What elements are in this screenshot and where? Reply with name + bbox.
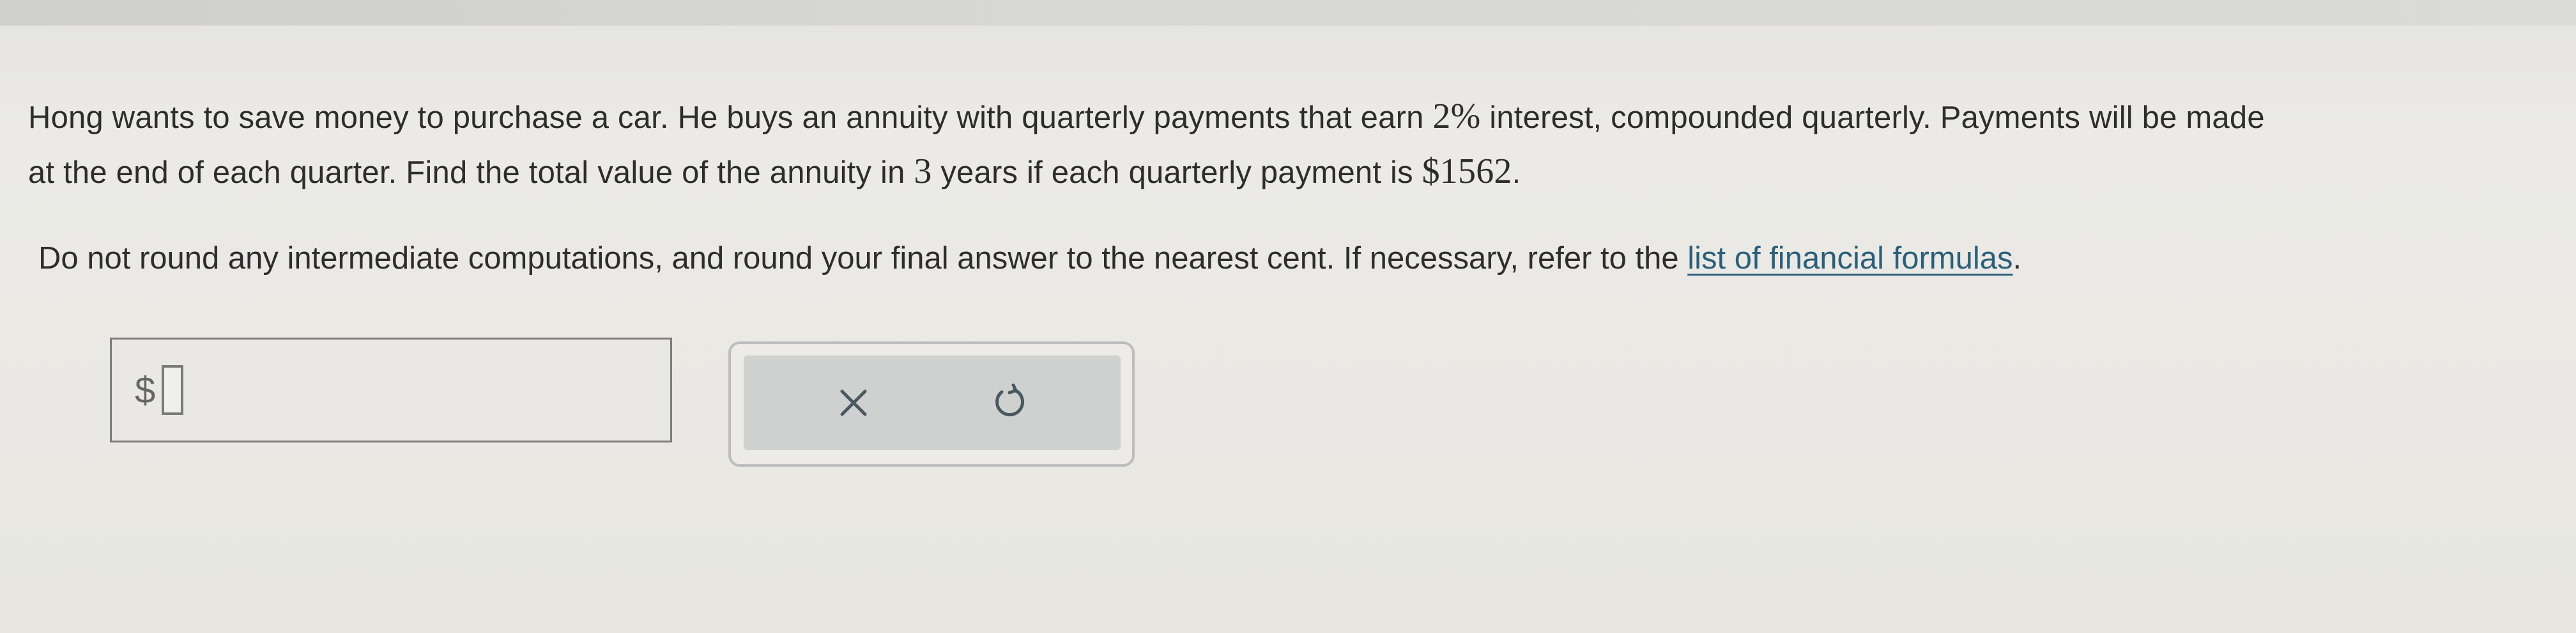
instructions-end: . xyxy=(2012,241,2022,276)
instructions-text: Do not round any intermediate computatio… xyxy=(38,235,2530,281)
undo-button[interactable] xyxy=(971,364,1048,441)
top-strip xyxy=(0,0,2576,26)
question-line-2: at the end of each quarter. Find the tot… xyxy=(28,145,2558,199)
question-sentence-2-a: at the end of each quarter. Find the tot… xyxy=(28,155,914,190)
interest-rate: 2% xyxy=(1432,97,1481,136)
question-sentence-1-a: Hong wants to save money to purchase a c… xyxy=(28,100,1433,135)
currency-symbol: $ xyxy=(135,370,156,411)
quarterly-payment: $1562 xyxy=(1422,152,1512,191)
answer-actions-panel xyxy=(728,341,1135,467)
question-sentence-2-c: . xyxy=(1512,155,1521,190)
financial-formulas-link[interactable]: list of financial formulas xyxy=(1687,241,2012,276)
undo-icon xyxy=(995,384,1025,417)
clear-button[interactable] xyxy=(815,364,892,441)
question-sentence-1-b: interest, compounded quarterly. Payments… xyxy=(1480,100,2265,135)
question-sentence-2-b: years if each quarterly payment is xyxy=(931,155,1422,190)
answer-actions-bar xyxy=(744,356,1121,450)
question-text: Hong wants to save money to purchase a c… xyxy=(28,90,2558,199)
x-icon xyxy=(840,389,867,416)
answer-entry-slot[interactable] xyxy=(162,365,183,415)
question-line-1: Hong wants to save money to purchase a c… xyxy=(28,90,2558,145)
term-years: 3 xyxy=(914,152,932,191)
instructions-body: Do not round any intermediate computatio… xyxy=(38,241,1688,276)
answer-input[interactable]: $ xyxy=(110,338,672,442)
